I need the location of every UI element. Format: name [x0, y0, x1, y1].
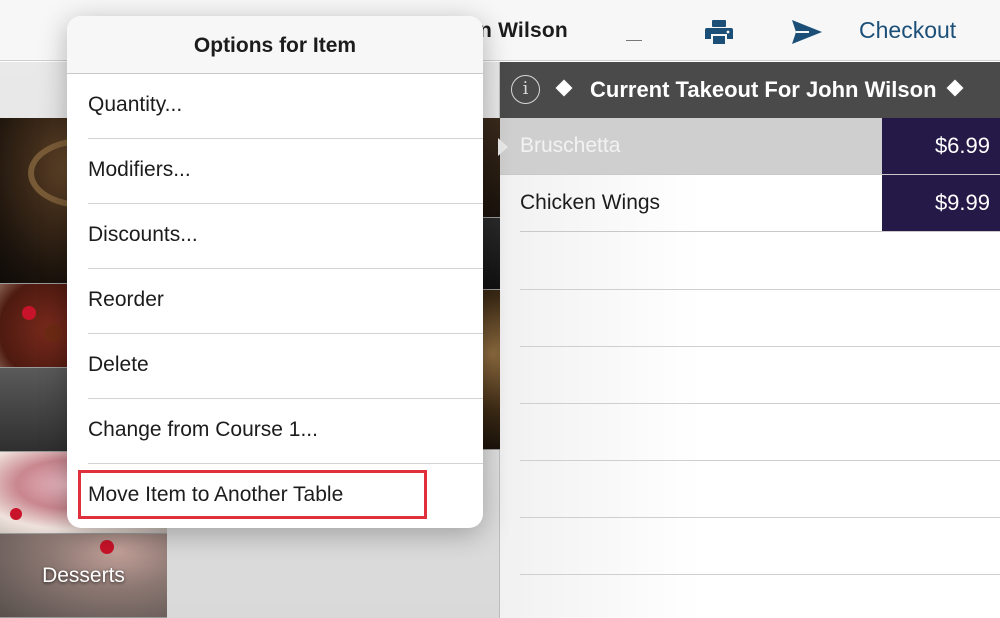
send-button[interactable]	[786, 14, 828, 50]
order-item-name: Chicken Wings	[520, 191, 661, 214]
printer-icon	[705, 20, 733, 44]
category-tile-desserts[interactable]: Desserts	[0, 534, 167, 618]
appetizers-photo-detail	[44, 324, 62, 342]
empty-row-divider	[520, 574, 1000, 575]
order-item-row[interactable]: Chicken Wings $9.99	[520, 175, 1000, 232]
menu-item-tile[interactable]	[483, 290, 500, 450]
option-label: Discounts...	[88, 223, 198, 246]
option-label: Change from Course 1...	[88, 418, 318, 441]
cake-photo	[10, 508, 22, 520]
order-item-price: $6.99	[882, 118, 1000, 174]
menu-item-tile[interactable]	[483, 218, 500, 290]
option-label: Delete	[88, 353, 149, 376]
selection-pointer-icon	[498, 138, 508, 156]
option-label: Reorder	[88, 288, 164, 311]
checkout-button[interactable]: Checkout	[859, 17, 956, 44]
option-discounts[interactable]: Discounts...	[88, 204, 483, 269]
order-item-name: Bruschetta	[520, 134, 621, 157]
order-item-row-selected[interactable]: Bruschetta $6.99	[498, 118, 1000, 175]
menu-item-tile[interactable]	[483, 118, 500, 218]
option-delete[interactable]: Delete	[88, 334, 483, 399]
empty-row-divider	[520, 289, 1000, 290]
option-label: Modifiers...	[88, 158, 191, 181]
option-label: Move Item to Another Table	[88, 483, 344, 506]
desserts-photo	[100, 540, 114, 554]
order-item-price: $9.99	[882, 175, 1000, 231]
category-label: Desserts	[42, 564, 125, 587]
option-label: Quantity...	[88, 93, 183, 116]
option-modifiers[interactable]: Modifiers...	[88, 139, 483, 204]
option-reorder[interactable]: Reorder	[88, 269, 483, 334]
popover-header: Options for Item	[67, 16, 483, 74]
empty-row-divider	[520, 403, 1000, 404]
appetizers-photo	[22, 306, 36, 320]
option-move-item-to-another-table[interactable]: Move Item to Another Table	[88, 464, 483, 528]
empty-row-divider	[520, 517, 1000, 518]
option-quantity[interactable]: Quantity...	[88, 74, 483, 139]
empty-row-divider	[520, 346, 1000, 347]
info-icon[interactable]: i	[511, 75, 540, 104]
option-change-course[interactable]: Change from Course 1...	[88, 399, 483, 464]
order-title[interactable]: Current Takeout For John Wilson	[590, 77, 937, 103]
item-options-popover: Options for Item Quantity... Modifiers..…	[67, 16, 483, 528]
diamond-icon	[555, 79, 573, 97]
diamond-icon	[946, 79, 964, 97]
paper-plane-icon	[792, 20, 822, 44]
title-dash	[626, 40, 642, 41]
empty-row-divider	[520, 460, 1000, 461]
order-panel: i Current Takeout For John Wilson Brusch…	[498, 62, 1000, 618]
print-button[interactable]	[700, 14, 738, 50]
popover-title: Options for Item	[193, 34, 357, 57]
order-header: i Current Takeout For John Wilson	[500, 62, 1000, 118]
